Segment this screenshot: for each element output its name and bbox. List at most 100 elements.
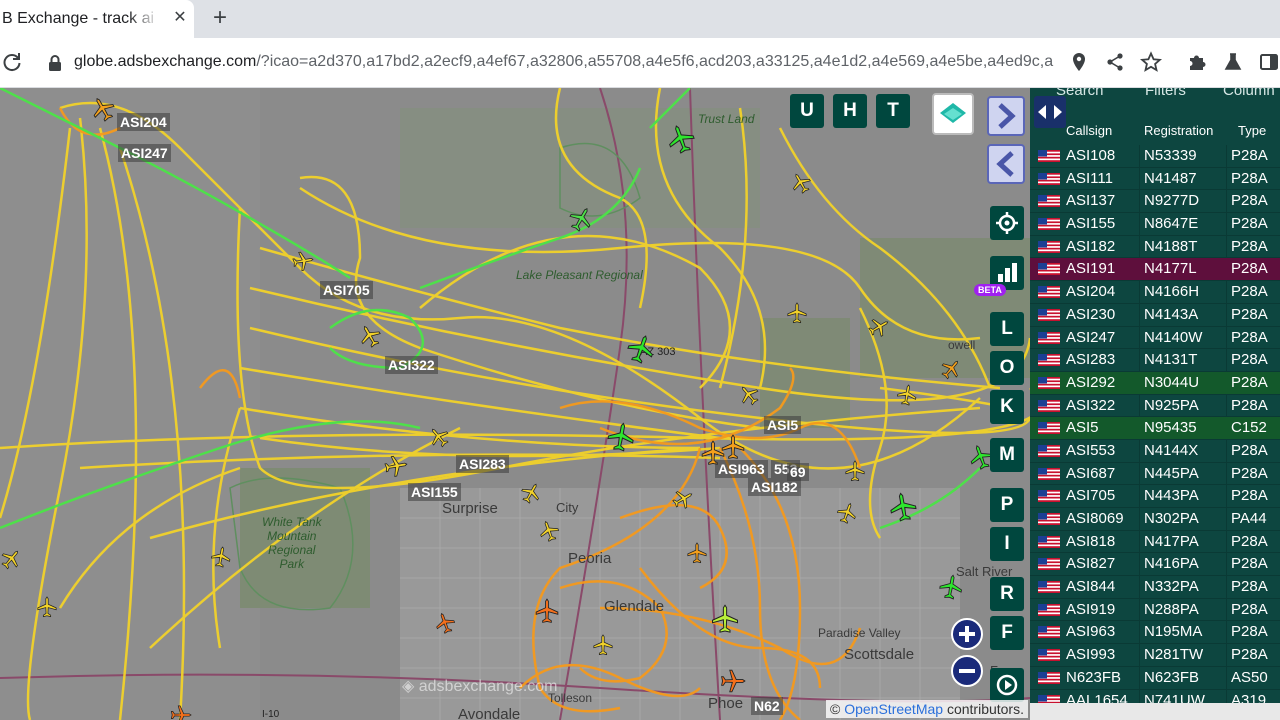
table-row[interactable]: ASI247 N4140W P28A — [1030, 327, 1280, 350]
table-row[interactable]: ASI5 N95435 C152 — [1030, 417, 1280, 440]
attribution-suffix: contributors. — [946, 701, 1024, 717]
cell-type: P28A — [1231, 351, 1268, 369]
share-icon[interactable] — [1104, 51, 1126, 73]
aircraft-label[interactable]: ASI283 — [456, 455, 509, 473]
toggle-m-button[interactable]: M — [990, 438, 1024, 472]
table-row[interactable]: ASI844 N332PA P28A — [1030, 576, 1280, 599]
aircraft-icon[interactable] — [36, 596, 58, 618]
table-row[interactable]: ASI322 N925PA P28A — [1030, 395, 1280, 418]
bookmark-star-icon[interactable] — [1140, 51, 1162, 73]
us-flag-icon — [1038, 649, 1060, 662]
replay-button[interactable] — [990, 668, 1024, 702]
aircraft-label[interactable]: ASI5 — [764, 416, 802, 434]
cell-registration: N281TW — [1144, 646, 1204, 664]
aircraft-icon[interactable] — [382, 452, 410, 480]
tab-columns[interactable]: Column — [1223, 88, 1275, 99]
aircraft-icon[interactable] — [686, 542, 708, 564]
side-panel-icon[interactable] — [1258, 51, 1280, 73]
address-bar[interactable]: globe.adsbexchange.com/?icao=a2d370,a17b… — [36, 44, 1086, 82]
toggle-f-button[interactable]: F — [990, 616, 1024, 650]
aircraft-icon[interactable] — [170, 704, 192, 720]
flight-map[interactable]: Trust Land Lake Pleasant Regional White … — [0, 88, 1030, 720]
aircraft-icon[interactable] — [720, 668, 746, 694]
horizontal-scrollbar[interactable] — [1030, 703, 1280, 720]
table-row[interactable]: ASI155 N8647E P28A — [1030, 213, 1280, 236]
table-row[interactable]: N623FB N623FB AS50 — [1030, 667, 1280, 690]
location-pin-icon[interactable] — [1068, 51, 1090, 73]
table-row[interactable]: ASI8069 N302PA PA44 — [1030, 508, 1280, 531]
table-row[interactable]: ASI230 N4143A P28A — [1030, 304, 1280, 327]
aircraft-icon[interactable] — [208, 544, 233, 569]
toggle-k-button[interactable]: K — [990, 390, 1024, 424]
lab-flask-icon[interactable] — [1222, 51, 1244, 73]
toggle-t-button[interactable]: T — [876, 94, 910, 128]
reload-icon[interactable] — [0, 50, 24, 74]
layers-button[interactable] — [932, 93, 974, 135]
expand-panel-button[interactable] — [987, 96, 1025, 136]
place-label-trust-land: Trust Land — [698, 112, 755, 126]
table-row[interactable]: ASI182 N4188T P28A — [1030, 236, 1280, 259]
table-row[interactable]: ASI919 N288PA P28A — [1030, 599, 1280, 622]
settings-button[interactable] — [990, 206, 1024, 240]
cell-callsign: ASI919 — [1066, 600, 1116, 618]
toggle-r-button[interactable]: R — [990, 577, 1024, 611]
tab-close-icon[interactable]: ✕ — [170, 8, 190, 28]
aircraft-icon[interactable] — [604, 420, 639, 455]
zoom-in-button[interactable] — [951, 618, 983, 650]
aircraft-icon[interactable] — [936, 572, 966, 602]
table-row[interactable]: ASI687 N445PA P28A — [1030, 463, 1280, 486]
cell-type: P28A — [1231, 373, 1268, 391]
aircraft-icon[interactable] — [592, 634, 614, 656]
new-tab-icon[interactable]: + — [206, 4, 234, 32]
toggle-u-button[interactable]: U — [790, 94, 824, 128]
table-row[interactable]: ASI827 N416PA P28A — [1030, 553, 1280, 577]
table-row[interactable]: ASI292 N3044U P28A — [1030, 371, 1280, 395]
zoom-out-button[interactable] — [951, 655, 983, 687]
extensions-icon[interactable] — [1186, 51, 1208, 73]
openstreetmap-link[interactable]: OpenStreetMap — [844, 701, 943, 717]
aircraft-label[interactable]: ASI204 — [117, 113, 170, 131]
table-row[interactable]: ASI283 N4131T P28A — [1030, 349, 1280, 372]
toggle-l-button[interactable]: L — [990, 312, 1024, 346]
aircraft-icon[interactable] — [534, 598, 560, 624]
toggle-i-button[interactable]: I — [990, 527, 1024, 561]
table-row[interactable]: ASI111 N41487 P28A — [1030, 168, 1280, 191]
table-row[interactable]: ASI818 N417PA P28A — [1030, 531, 1280, 554]
lock-icon[interactable] — [46, 54, 64, 72]
table-row[interactable]: ASI705 N443PA P28A — [1030, 485, 1280, 508]
aircraft-label[interactable]: ASI963 — [715, 460, 768, 478]
aircraft-label[interactable]: ASI247 — [118, 144, 171, 162]
table-row[interactable]: ASI553 N4144X P28A — [1030, 440, 1280, 463]
browser-tab[interactable]: B Exchange - track ai ✕ — [0, 0, 194, 38]
table-row[interactable]: ASI993 N281TW P28A — [1030, 644, 1280, 667]
table-row[interactable]: ASI191 N4177L P28A — [1030, 258, 1280, 282]
toggle-o-button[interactable]: O — [990, 351, 1024, 385]
column-header-callsign[interactable]: Callsign — [1066, 123, 1112, 138]
place-label-phoenix: Phoe — [708, 695, 744, 712]
aircraft-icon[interactable] — [894, 382, 919, 407]
aircraft-label[interactable]: ASI705 — [320, 281, 373, 299]
cell-registration: N4143A — [1144, 305, 1199, 323]
table-row[interactable]: ASI204 N4166H P28A — [1030, 281, 1280, 304]
aircraft-icon[interactable] — [886, 490, 921, 525]
toggle-h-button[interactable]: H — [833, 94, 867, 128]
column-header-type[interactable]: Type — [1238, 123, 1266, 138]
us-flag-icon — [1038, 581, 1060, 594]
aircraft-icon[interactable] — [786, 302, 808, 324]
tab-filters[interactable]: Filters — [1145, 88, 1186, 99]
aircraft-label[interactable]: ASI182 — [748, 478, 801, 496]
aircraft-label[interactable]: ASI155 — [408, 483, 461, 501]
aircraft-icon[interactable] — [844, 460, 866, 482]
column-header-registration[interactable]: Registration — [1144, 123, 1213, 138]
table-row[interactable]: ASI963 N195MA P28A — [1030, 621, 1280, 645]
toggle-p-button[interactable]: P — [990, 488, 1024, 522]
aircraft-list-panel: Search Filters Column Callsign Registrat… — [1030, 88, 1280, 720]
aircraft-icon[interactable] — [290, 248, 315, 273]
aircraft-icon[interactable] — [710, 604, 740, 634]
aircraft-label[interactable]: ASI322 — [385, 356, 438, 374]
aircraft-label[interactable]: N62 — [751, 697, 783, 715]
table-row[interactable]: ASI108 N53339 P28A — [1030, 145, 1280, 168]
cell-registration: N416PA — [1144, 555, 1199, 573]
collapse-panel-button[interactable] — [987, 144, 1025, 184]
table-row[interactable]: ASI137 N9277D P28A — [1030, 190, 1280, 214]
